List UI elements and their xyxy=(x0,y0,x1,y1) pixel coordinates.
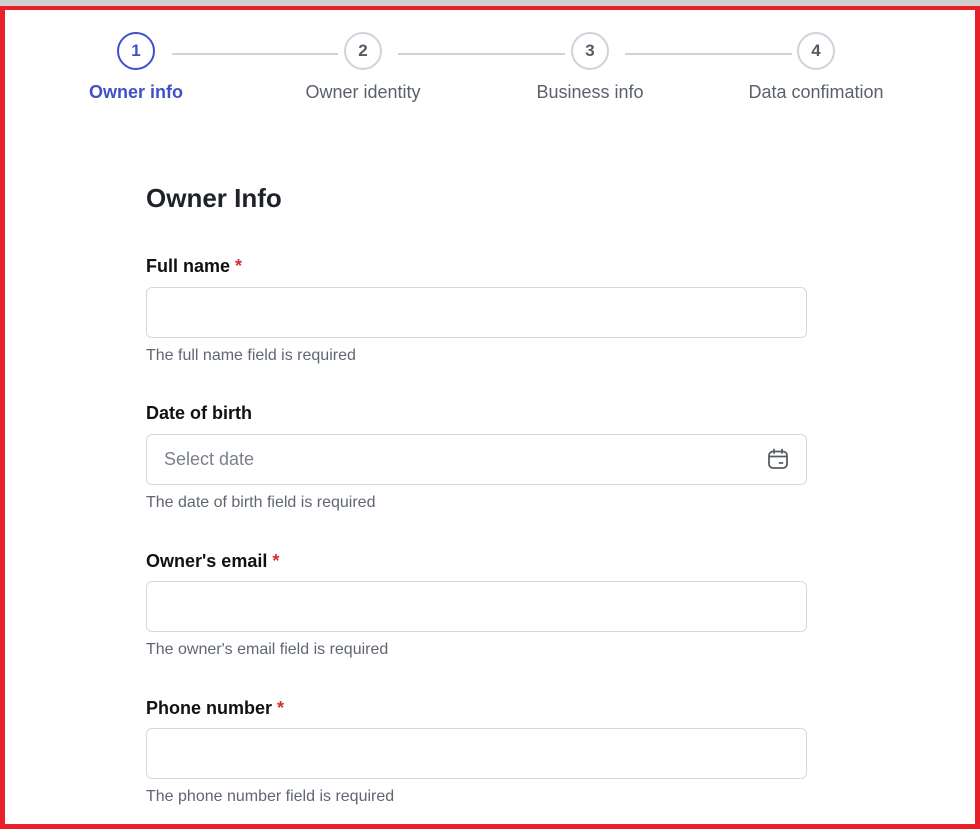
required-marker: * xyxy=(272,551,280,571)
step-connector xyxy=(625,53,792,55)
step-2-indicator[interactable]: 2 xyxy=(344,32,382,70)
full-name-helper: The full name field is required xyxy=(146,347,356,364)
step-2-label[interactable]: Owner identity xyxy=(263,82,463,103)
phone-number-input[interactable] xyxy=(146,728,807,779)
required-marker: * xyxy=(235,256,243,276)
step-1-label[interactable]: Owner info xyxy=(36,82,236,103)
owner-email-input[interactable] xyxy=(146,581,807,632)
phone-number-label-text: Phone number xyxy=(146,698,273,718)
phone-number-label: Phone number * xyxy=(146,698,284,719)
date-of-birth-label: Date of birth xyxy=(146,403,252,424)
step-1-indicator[interactable]: 1 xyxy=(117,32,155,70)
form-title: Owner Info xyxy=(146,183,282,213)
required-marker: * xyxy=(277,698,285,718)
step-4-label[interactable]: Data confimation xyxy=(716,82,916,103)
owner-email-helper: The owner's email field is required xyxy=(146,641,389,658)
calendar-icon[interactable] xyxy=(766,447,790,471)
full-name-input[interactable] xyxy=(146,287,807,338)
date-of-birth-helper: The date of birth field is required xyxy=(146,494,376,511)
step-connector xyxy=(172,53,338,55)
phone-number-helper: The phone number field is required xyxy=(146,788,395,805)
step-3-label[interactable]: Business info xyxy=(490,82,690,103)
full-name-label-text: Full name xyxy=(146,256,231,276)
step-connector xyxy=(398,53,565,55)
full-name-label: Full name * xyxy=(146,256,242,277)
date-of-birth-placeholder: Select date xyxy=(164,449,255,469)
step-3-indicator[interactable]: 3 xyxy=(571,32,609,70)
owner-email-label: Owner's email * xyxy=(146,551,279,572)
step-4-indicator[interactable]: 4 xyxy=(797,32,835,70)
stepper: 1 2 3 4 Owner info Owner identity Busine… xyxy=(5,10,980,120)
date-of-birth-label-text: Date of birth xyxy=(146,403,252,423)
owner-email-label-text: Owner's email xyxy=(146,551,268,571)
date-of-birth-input[interactable]: Select date xyxy=(146,434,807,485)
